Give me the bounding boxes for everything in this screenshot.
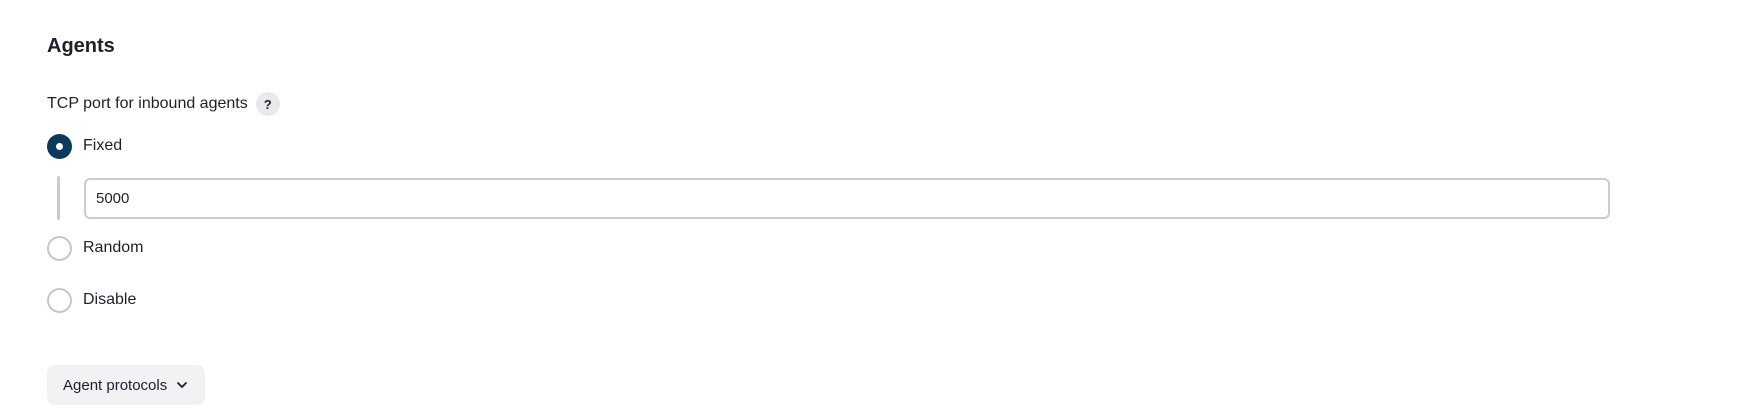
radio-option-fixed[interactable]: Fixed [47,133,122,159]
help-icon: ? [263,96,272,112]
radio-option-random[interactable]: Random [47,235,143,261]
radio-label-disable: Disable [83,291,137,308]
fixed-port-input[interactable] [84,178,1610,219]
radio-option-disable[interactable]: Disable [47,287,136,313]
radio-label-fixed: Fixed [83,137,123,154]
radio-button-random[interactable] [47,235,72,261]
chevron-down-icon [175,378,189,392]
nested-field-indicator [57,176,60,220]
agents-config-page: Agents TCP port for inbound agents ? Fix… [0,0,1747,418]
radio-checked-dot [56,142,63,150]
help-button[interactable]: ? [255,92,280,116]
tcp-port-field-header: TCP port for inbound agents ? [47,92,280,116]
radio-button-disable[interactable] [47,287,72,313]
section-title: Agents [47,35,115,57]
radio-label-random: Random [83,239,144,256]
tcp-port-label: TCP port for inbound agents [47,95,248,112]
agent-protocols-label: Agent protocols [63,376,168,394]
agent-protocols-button[interactable]: Agent protocols [47,365,206,405]
radio-button-fixed[interactable] [47,133,72,159]
